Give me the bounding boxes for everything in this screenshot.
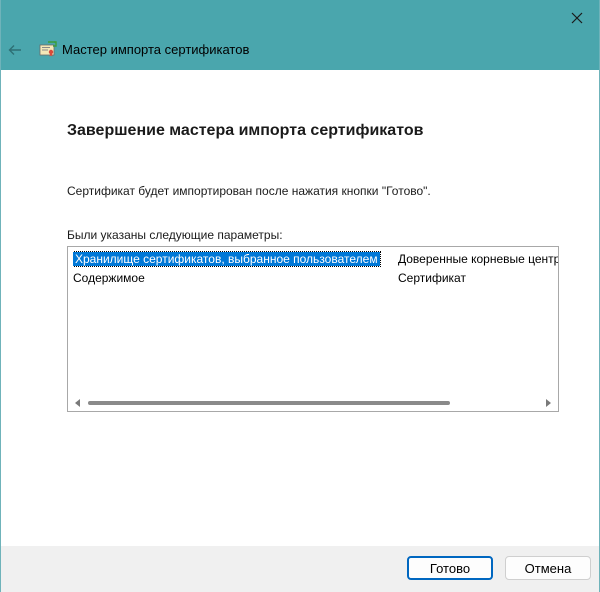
scrollbar-thumb[interactable] bbox=[88, 401, 450, 405]
list-item[interactable]: Хранилище сертификатов, выбранное пользо… bbox=[68, 250, 558, 268]
scroll-right-button[interactable] bbox=[540, 394, 556, 411]
certificate-icon bbox=[39, 41, 57, 57]
settings-list-caption: Были указаны следующие параметры: bbox=[67, 228, 283, 242]
list-item[interactable]: Содержимое Сертификат bbox=[68, 269, 558, 287]
wizard-content: Завершение мастера импорта сертификатов … bbox=[1, 70, 599, 546]
button-bar: Готово Отмена bbox=[1, 546, 599, 592]
list-item-value: Доверенные корневые центры сертификации bbox=[398, 252, 558, 266]
wizard-window: Мастер импорта сертификатов Завершение м… bbox=[0, 0, 600, 592]
list-item-name: Содержимое bbox=[73, 271, 145, 285]
title-bar: Мастер импорта сертификатов bbox=[1, 0, 599, 70]
back-arrow-icon bbox=[8, 45, 21, 55]
close-icon bbox=[571, 12, 583, 24]
horizontal-scrollbar[interactable] bbox=[68, 394, 558, 411]
settings-listbox[interactable]: Хранилище сертификатов, выбранное пользо… bbox=[67, 246, 559, 412]
triangle-right-icon bbox=[546, 398, 551, 407]
list-item-name: Хранилище сертификатов, выбранное пользо… bbox=[73, 251, 381, 267]
page-heading: Завершение мастера импорта сертификатов bbox=[67, 122, 424, 139]
back-button[interactable] bbox=[5, 38, 25, 62]
triangle-left-icon bbox=[75, 398, 80, 407]
window-title: Мастер импорта сертификатов bbox=[62, 42, 250, 57]
scroll-left-button[interactable] bbox=[70, 394, 86, 411]
done-button[interactable]: Готово bbox=[407, 556, 493, 580]
page-description: Сертификат будет импортирован после нажа… bbox=[67, 184, 431, 198]
close-button[interactable] bbox=[561, 4, 593, 32]
cancel-button[interactable]: Отмена bbox=[505, 556, 591, 580]
list-item-value: Сертификат bbox=[398, 271, 466, 285]
